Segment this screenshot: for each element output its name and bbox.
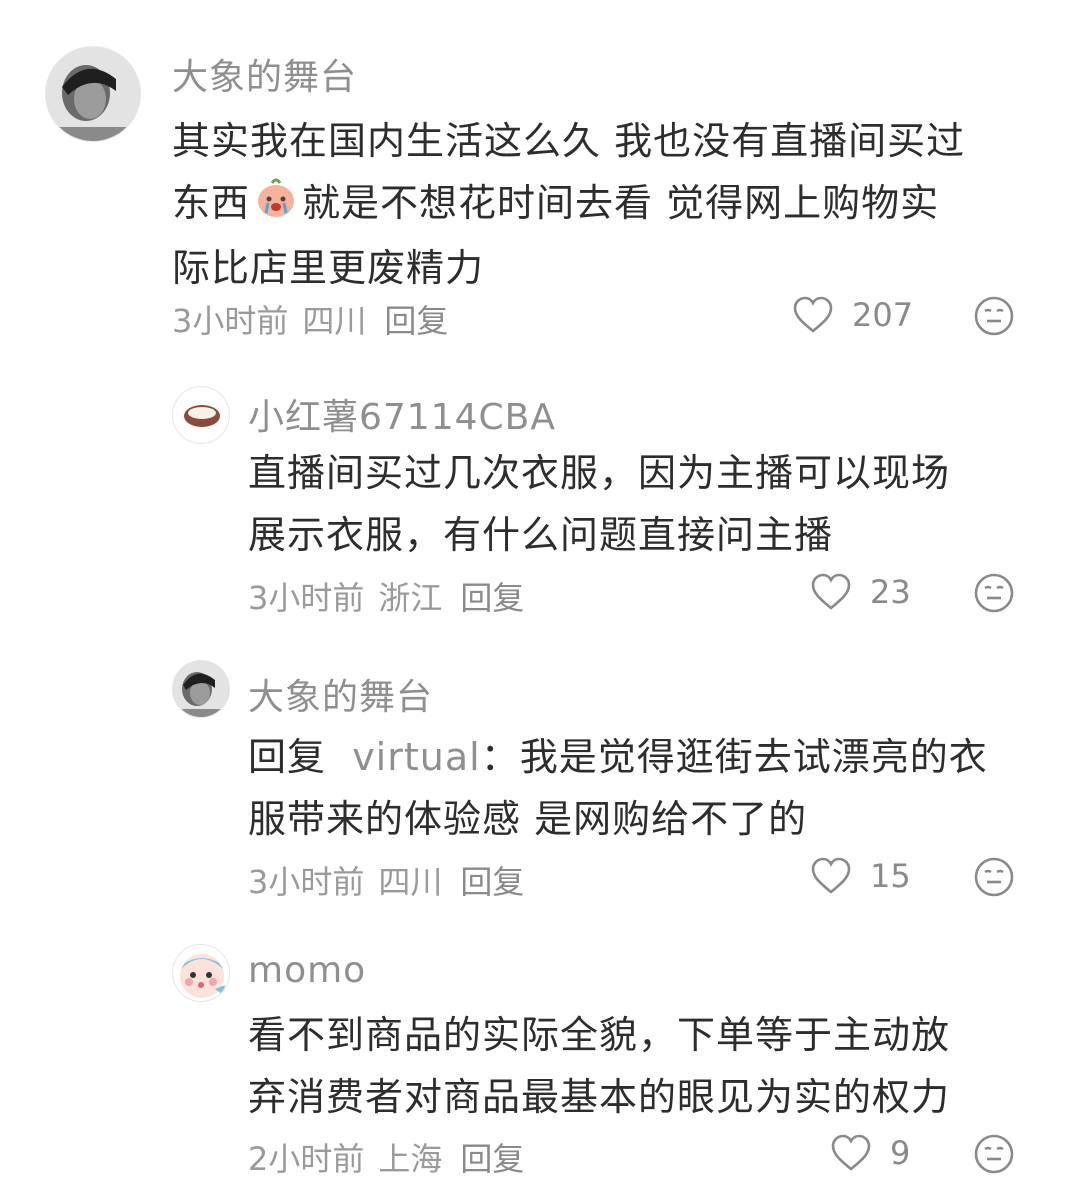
username[interactable]: 大象的舞台 [172,48,357,100]
heart-outline-icon [831,1134,871,1171]
like-count: 9 [890,1134,911,1172]
avatar[interactable] [172,660,230,718]
username[interactable]: 大象的舞台 [248,668,433,720]
like-count: 15 [870,857,911,895]
like-button[interactable]: 23 [810,572,911,612]
dislike-button[interactable] [973,856,1015,902]
reply-button[interactable]: 回复 [384,302,448,340]
location: 四川 [302,302,367,340]
like-count: 23 [870,573,911,611]
like-button[interactable]: 15 [810,856,911,896]
timestamp: 3小时前 [248,579,365,617]
avatar[interactable] [45,46,141,142]
username[interactable]: momo [248,950,366,991]
dislike-button[interactable] [973,572,1015,618]
heart-outline-icon [793,296,833,333]
comment-text: 看不到商品的实际全貌，下单等于主动放 弃消费者对商品最基本的眼见为实的权力 [248,1013,951,1119]
timestamp: 2小时前 [248,1140,365,1178]
like-button[interactable]: 207 [792,295,913,335]
like-button[interactable]: 9 [830,1133,910,1173]
mention-link[interactable]: virtual [352,735,481,779]
comment-text: 其实我在国内生活这么久 我也没有直播间买过 东西 就是不想花时间去看 觉得网上购… [172,119,966,290]
meh-face-icon [974,1134,1014,1174]
like-count: 207 [852,296,914,334]
location: 四川 [378,863,443,901]
timestamp: 3小时前 [248,863,365,901]
comment-meta: 3小时前 四川 回复 [248,857,538,903]
meh-face-icon [974,296,1014,336]
dislike-button[interactable] [973,1133,1015,1179]
comment-text: 回复 virtual：我是觉得逛街去试漂亮的衣 服带来的体验感 是网购给不了的 [248,735,988,841]
timestamp: 3小时前 [172,302,289,340]
reply-button[interactable]: 回复 [460,579,524,617]
heart-outline-icon [811,573,851,610]
heart-outline-icon [811,857,851,894]
location: 浙江 [378,579,443,617]
crying-peach-emoji-icon [254,175,298,237]
comment-meta: 3小时前 四川 回复 [172,296,462,342]
comment-text: 直播间买过几次衣服，因为主播可以现场 展示衣服，有什么问题直接问主播 [248,451,951,557]
comment-meta: 2小时前 上海 回复 [248,1134,538,1180]
dislike-button[interactable] [973,295,1015,341]
avatar[interactable] [172,944,230,1002]
avatar[interactable] [172,386,230,444]
reply-prefix: 回复 [248,735,327,779]
comment-meta: 3小时前 浙江 回复 [248,573,538,619]
reply-button[interactable]: 回复 [460,1140,524,1178]
username[interactable]: 小红薯67114CBA [248,388,556,440]
meh-face-icon [974,573,1014,613]
meh-face-icon [974,857,1014,897]
location: 上海 [378,1140,443,1178]
reply-button[interactable]: 回复 [460,863,524,901]
